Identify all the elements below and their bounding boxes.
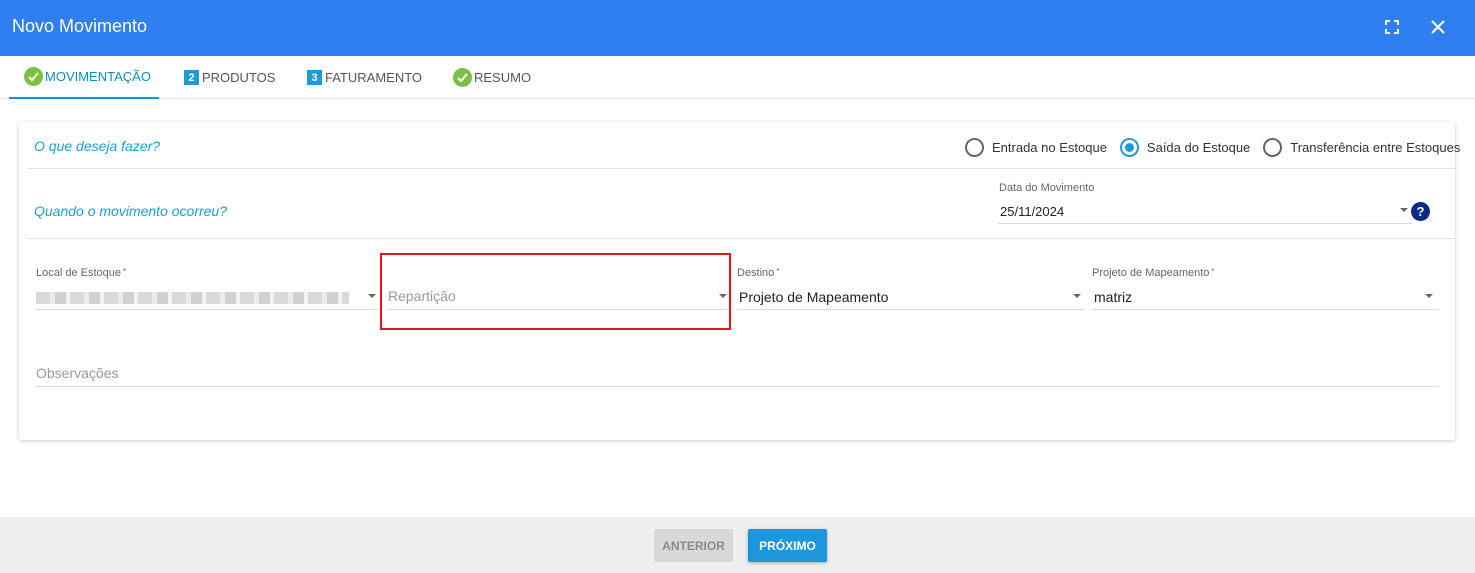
chevron-down-icon (1400, 208, 1408, 212)
chevron-down-icon (1073, 294, 1081, 298)
destino-value: Projeto de Mapeamento (739, 289, 889, 305)
anterior-button[interactable]: ANTERIOR (654, 529, 733, 562)
wizard-tabs: MOVIMENTAÇÃO 2 PRODUTOS 3 FATURAMENTO RE… (0, 56, 1475, 99)
tab-label: RESUMO (474, 70, 532, 85)
tab-faturamento[interactable]: 3 FATURAMENTO (307, 56, 422, 99)
radio-button-selected[interactable] (1119, 138, 1139, 157)
dialog-title: Novo Movimento (12, 16, 148, 36)
question-what: O que deseja fazer? (34, 138, 161, 154)
observacoes-placeholder: Observações (36, 365, 119, 381)
wizard-footer: ANTERIOR PRÓXIMO (0, 517, 1475, 573)
local-estoque-label: Local de Estoque * (36, 267, 127, 279)
proximo-button[interactable]: PRÓXIMO (748, 529, 827, 562)
check-icon (453, 68, 472, 87)
radio-label: Transferência entre Estoques (1290, 140, 1461, 155)
close-icon[interactable] (1428, 17, 1448, 37)
radio-transferencia-estoques[interactable]: Transferência entre Estoques (1263, 138, 1460, 157)
step-number-badge: 3 (307, 70, 322, 85)
chevron-down-icon (368, 294, 376, 298)
projeto-mapeamento-label: Projeto de Mapeamento * (1092, 267, 1215, 279)
radio-label: Entrada no Estoque (992, 140, 1107, 155)
divider (27, 238, 1455, 239)
date-movimento-select[interactable]: 25/11/2024 (998, 197, 1412, 224)
reparticao-placeholder: Repartição (388, 288, 456, 304)
dialog-header: Novo Movimento (0, 0, 1475, 56)
tab-label: PRODUTOS (202, 70, 276, 85)
destino-select[interactable]: Projeto de Mapeamento (737, 282, 1085, 310)
date-label: Data do Movimento (999, 182, 1095, 194)
redacted-value (36, 292, 349, 304)
projeto-mapeamento-select[interactable]: matriz (1092, 282, 1439, 310)
observacoes-input[interactable]: Observações (35, 360, 1439, 387)
tab-resumo[interactable]: RESUMO (453, 56, 531, 99)
question-when: Quando o movimento ocorreu? (34, 203, 227, 219)
date-value: 25/11/2024 (1000, 204, 1065, 219)
tab-produtos[interactable]: 2 PRODUTOS (184, 56, 275, 99)
tab-label: FATURAMENTO (325, 70, 423, 85)
chevron-down-icon (719, 294, 727, 298)
movement-form-card: O que deseja fazer? Entrada no Estoque S… (19, 122, 1460, 440)
reparticao-select[interactable]: Repartição (386, 282, 729, 310)
destino-label: Destino * (737, 267, 780, 279)
radio-label: Saída do Estoque (1146, 140, 1251, 155)
projeto-value: matriz (1094, 289, 1133, 305)
radio-saida-estoque[interactable]: Saída do Estoque (1119, 138, 1251, 157)
step-number-badge: 2 (184, 70, 199, 85)
check-icon (24, 67, 43, 86)
tab-movimentacao[interactable]: MOVIMENTAÇÃO (9, 56, 159, 99)
fullscreen-icon[interactable] (1382, 17, 1402, 37)
help-icon[interactable]: ? (1411, 202, 1430, 221)
movement-type-radio-group: Entrada no Estoque Saída do Estoque Tran… (965, 138, 1460, 157)
chevron-down-icon (1425, 294, 1433, 298)
radio-entrada-estoque[interactable]: Entrada no Estoque (965, 138, 1107, 157)
radio-button[interactable] (1263, 138, 1283, 157)
divider (27, 168, 1455, 169)
tab-label: MOVIMENTAÇÃO (45, 69, 151, 84)
radio-button[interactable] (965, 138, 984, 157)
